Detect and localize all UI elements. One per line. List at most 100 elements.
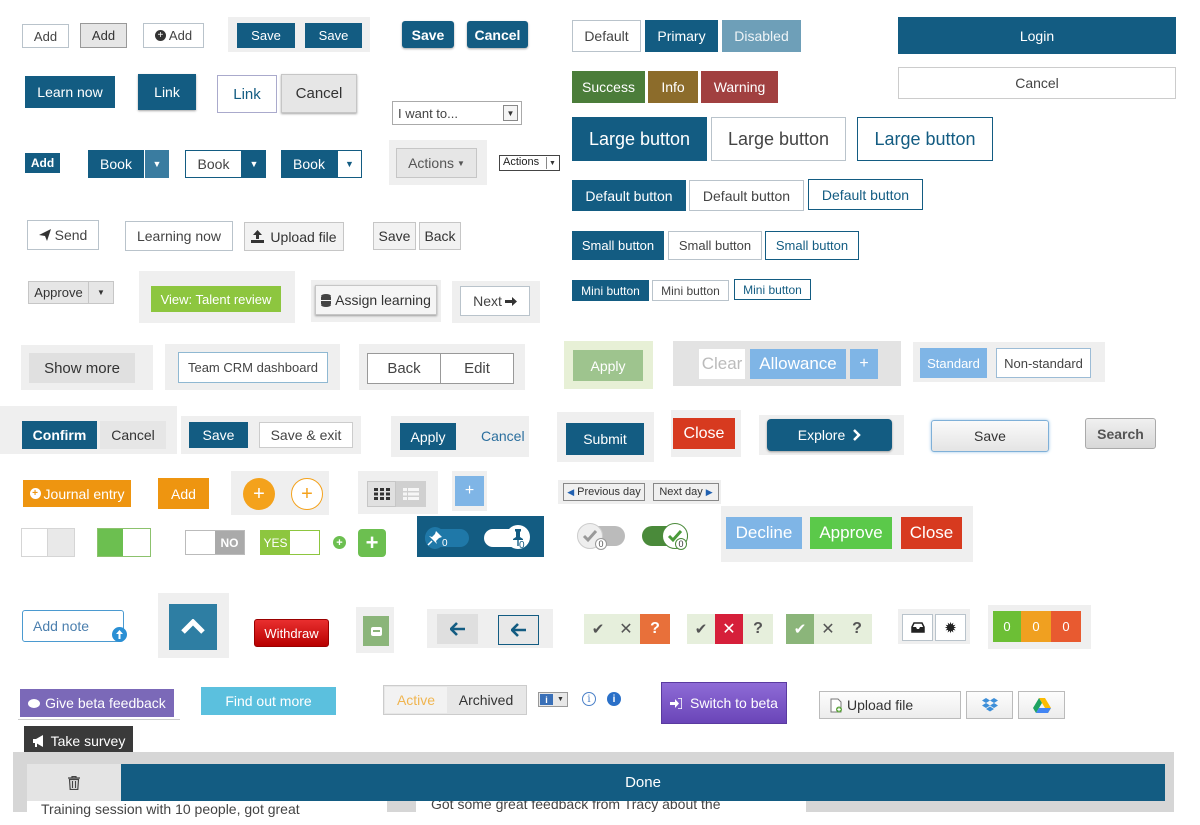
archived-tab[interactable]: Archived xyxy=(447,687,525,713)
talent-review-button[interactable]: View: Talent review xyxy=(151,286,281,312)
journal-entry-button[interactable]: + Journal entry xyxy=(23,480,131,507)
toggle-yes[interactable]: YES xyxy=(260,530,320,555)
explore-button[interactable]: Explore xyxy=(767,419,892,451)
give-beta-feedback-button[interactable]: Give beta feedback xyxy=(20,689,174,717)
add-button-2[interactable]: Add xyxy=(80,23,127,48)
cancel-button-2[interactable]: Cancel xyxy=(281,74,357,113)
add-circle-button-filled[interactable]: + xyxy=(243,478,275,510)
withdraw-button[interactable]: Withdraw xyxy=(254,619,329,647)
grid-view-icon[interactable] xyxy=(367,481,396,507)
actions-select-mini[interactable]: Actions ▼ xyxy=(499,155,560,171)
caret-down-icon[interactable]: ▼ xyxy=(337,150,362,178)
send-button[interactable]: Send xyxy=(27,220,99,250)
check-toggle-off[interactable]: 0 xyxy=(577,523,625,550)
find-out-more-button[interactable]: Find out more xyxy=(201,687,336,715)
add-button-3[interactable]: + Add xyxy=(143,23,204,48)
save-button-bold[interactable]: Save xyxy=(402,21,454,48)
cancel-link[interactable]: Cancel xyxy=(481,428,525,444)
active-tab[interactable]: Active xyxy=(385,687,447,713)
learn-now-button[interactable]: Learn now xyxy=(25,76,115,108)
non-standard-button[interactable]: Non-standard xyxy=(996,348,1091,378)
book-split-button-2[interactable]: Book ▼ xyxy=(185,150,266,178)
search-button[interactable]: Search xyxy=(1085,418,1156,449)
inbox-icon[interactable] xyxy=(902,614,933,641)
mini-button-primary[interactable]: Mini button xyxy=(572,280,649,301)
save-button-5[interactable]: Save xyxy=(931,420,1049,452)
show-more-button[interactable]: Show more xyxy=(29,353,135,383)
approve-button[interactable]: Approve xyxy=(28,281,89,304)
mini-button-outline[interactable]: Mini button xyxy=(734,279,811,300)
question-button-active[interactable]: ? xyxy=(640,614,670,644)
default-button[interactable]: Default xyxy=(572,20,641,52)
default-button-primary[interactable]: Default button xyxy=(572,180,686,211)
check-icon-active[interactable]: ✔ xyxy=(786,614,814,644)
cross-icon-active[interactable]: ✕ xyxy=(715,614,743,644)
book-button-1[interactable]: Book xyxy=(88,150,144,178)
actions-button[interactable]: Actions ▼ xyxy=(396,148,477,178)
large-button-outline[interactable]: Large button xyxy=(857,117,993,161)
large-button-primary[interactable]: Large button xyxy=(572,117,707,161)
primary-button[interactable]: Primary xyxy=(645,20,718,52)
approve-split-button[interactable]: Approve ▼ xyxy=(28,281,114,304)
login-cancel-button[interactable]: Cancel xyxy=(898,67,1176,99)
remove-button[interactable] xyxy=(363,616,389,646)
back-button[interactable]: Back xyxy=(419,222,461,250)
switch-to-beta-button[interactable]: Switch to beta xyxy=(661,682,787,724)
add-circle-button-outline[interactable]: + xyxy=(291,478,323,510)
upload-file-button-2[interactable]: Upload file xyxy=(819,691,961,719)
book-split-button-3[interactable]: Book ▼ xyxy=(281,150,362,178)
next-day-button[interactable]: Next day ▶ xyxy=(653,483,719,501)
toggle-off[interactable] xyxy=(21,528,75,557)
team-crm-dashboard-button[interactable]: Team CRM dashboard xyxy=(178,352,328,383)
confirm-button[interactable]: Confirm xyxy=(22,421,97,449)
done-button[interactable]: Done xyxy=(121,764,1165,801)
check-icon[interactable]: ✔ xyxy=(687,614,715,644)
delete-button[interactable] xyxy=(27,764,121,801)
assign-learning-button[interactable]: Assign learning xyxy=(315,285,437,315)
toggle-no[interactable]: NO xyxy=(185,530,245,555)
book-split-button-1[interactable]: Book ▼ xyxy=(88,150,169,178)
question-button[interactable]: ? xyxy=(842,614,872,644)
caret-down-icon[interactable]: ▼ xyxy=(88,281,114,304)
link-button-2[interactable]: Link xyxy=(217,75,277,113)
small-button-default[interactable]: Small button xyxy=(668,231,762,260)
upload-file-button[interactable]: Upload file xyxy=(244,222,344,251)
i-want-to-select[interactable]: I want to... ▼ xyxy=(392,101,522,125)
pin-toggle-1[interactable]: 0 xyxy=(425,527,469,549)
success-button[interactable]: Success xyxy=(572,71,645,103)
info-button[interactable]: Info xyxy=(648,71,698,103)
save-button-1[interactable]: Save xyxy=(237,23,295,48)
add-note-button[interactable]: Add note xyxy=(22,610,124,642)
save-button-3[interactable]: Save xyxy=(373,222,416,250)
login-button[interactable]: Login xyxy=(898,17,1176,54)
mini-button-default[interactable]: Mini button xyxy=(652,280,729,301)
clear-button[interactable]: Clear xyxy=(699,349,745,379)
cross-icon[interactable]: ✕ xyxy=(612,614,640,644)
default-button-default[interactable]: Default button xyxy=(689,180,804,211)
save-exit-button[interactable]: Save & exit xyxy=(259,422,353,448)
toggle-on[interactable] xyxy=(97,528,151,557)
learning-now-button[interactable]: Learning now xyxy=(125,221,233,251)
cancel-button-3[interactable]: Cancel xyxy=(100,421,166,449)
small-button-outline[interactable]: Small button xyxy=(765,231,859,260)
book-button-2[interactable]: Book xyxy=(185,150,242,178)
info-circle-icon[interactable]: i xyxy=(607,692,621,706)
add-button-small[interactable]: Add xyxy=(25,153,60,173)
gear-icon[interactable]: ✹ xyxy=(935,614,966,641)
caret-down-icon[interactable]: ▼ xyxy=(145,150,169,178)
info-select[interactable]: i ▼ xyxy=(538,692,568,707)
caret-down-icon[interactable]: ▼ xyxy=(242,150,266,178)
allowance-button[interactable]: Allowance xyxy=(750,349,846,379)
question-button[interactable]: ? xyxy=(743,614,773,644)
check-icon[interactable]: ✔ xyxy=(584,614,612,644)
submit-button[interactable]: Submit xyxy=(566,423,644,455)
info-circle-outline-icon[interactable]: i xyxy=(582,692,596,706)
plus-circle-icon[interactable]: + xyxy=(333,536,346,549)
add-button-1[interactable]: Add xyxy=(22,24,69,48)
decline-button[interactable]: Decline xyxy=(726,517,802,549)
next-button[interactable]: Next xyxy=(460,286,530,316)
close-button[interactable]: Close xyxy=(673,418,735,449)
back-arrow-button-2[interactable] xyxy=(498,615,539,645)
save-button-2[interactable]: Save xyxy=(305,23,362,48)
add-button-blue[interactable]: + xyxy=(455,476,484,506)
